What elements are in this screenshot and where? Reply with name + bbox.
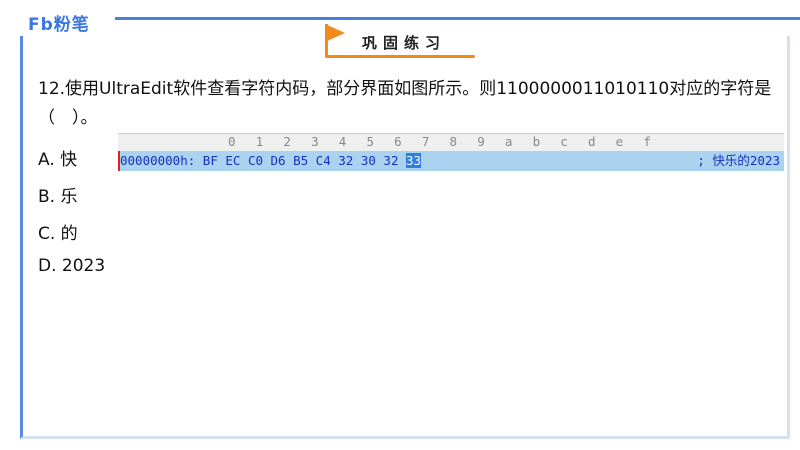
column-ruler: 0 1 2 3 4 5 6 7 8 9 a b c d e f [118, 133, 784, 151]
flag-icon [325, 24, 345, 42]
column-label: 0 [228, 134, 236, 149]
banner-underline [325, 55, 475, 58]
column-label: 7 [421, 134, 430, 149]
hex-row[interactable]: 00000000h: BF EC C0 D6 B5 C4 32 30 32 33… [118, 151, 784, 171]
column-label: 4 [338, 134, 347, 149]
fenbi-logo: Fb粉笔 [28, 15, 90, 35]
row-bytes: BF EC C0 D6 B5 C4 32 30 32 [202, 153, 399, 168]
option-a[interactable]: A. 快 [38, 145, 77, 170]
section-banner: 巩固练习 [325, 24, 475, 58]
column-label: 2 [283, 134, 291, 149]
option-c[interactable]: C. 的 [38, 219, 78, 244]
hex-editor-view: 0 1 2 3 4 5 6 7 8 9 a b c d e f 00000000h: BF EC C0 D6 … [118, 133, 784, 171]
column-label: b [532, 134, 541, 149]
column-label: a [504, 134, 513, 149]
row-text: ; 快乐的2023 [697, 153, 780, 168]
column-label: f [643, 134, 651, 149]
header-divider [115, 17, 800, 20]
column-label: 8 [449, 134, 458, 149]
column-label: d [587, 134, 596, 149]
column-label: 9 [477, 134, 485, 149]
column-label: 6 [394, 134, 402, 149]
column-label: 3 [311, 134, 319, 149]
selected-byte[interactable]: 33 [406, 153, 422, 168]
column-label: e [615, 134, 624, 149]
column-label: c [560, 134, 568, 149]
column-label: 1 [255, 134, 264, 149]
row-address: 00000000h: [120, 153, 196, 168]
question-text: 12.使用UltraEdit软件查看字符内码，部分界面如图所示。则1100000… [38, 79, 772, 128]
option-d[interactable]: D. 2023 [38, 256, 105, 276]
option-b[interactable]: B. 乐 [38, 182, 77, 207]
banner-title: 巩固练习 [362, 34, 447, 52]
column-label: 5 [366, 134, 374, 149]
